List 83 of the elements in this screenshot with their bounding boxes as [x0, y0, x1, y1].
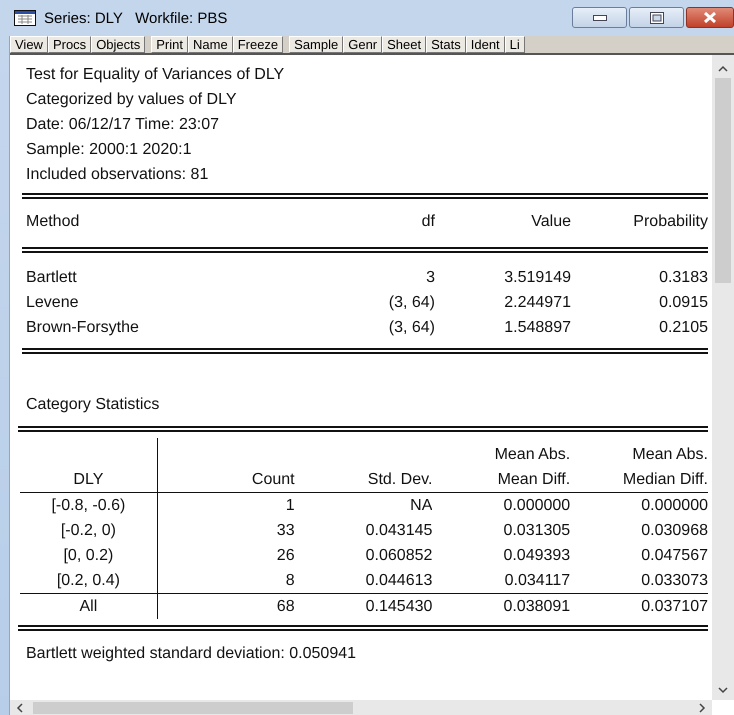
table-cell-text: 0.037107	[641, 597, 708, 617]
table-cell-text: Levene	[26, 293, 80, 313]
scroll-left-icon[interactable]	[16, 702, 23, 712]
column-header: Value	[530, 212, 571, 232]
table-cell-text: 0.060852	[366, 546, 432, 566]
minimize-button[interactable]	[572, 7, 627, 28]
close-button[interactable]	[686, 7, 734, 28]
column-header: DLY	[73, 470, 104, 490]
table-cell-text: 0.033073	[641, 571, 708, 591]
table-cell-text: 0.038091	[503, 597, 570, 617]
toolbar-button[interactable]: Li	[504, 36, 525, 53]
header-text: Test for Equality of Variances of DLY	[26, 65, 286, 85]
maximize-button[interactable]	[629, 7, 684, 28]
header-text: Sample: 2000:1 2020:1	[26, 140, 192, 160]
toolbar-button[interactable]: Procs	[48, 36, 92, 53]
toolbar-button[interactable]: Genr	[343, 36, 382, 53]
table-cell-text: All	[80, 597, 98, 617]
table-cell-text: 0.0915	[658, 293, 708, 313]
scroll-down-icon[interactable]	[718, 687, 728, 694]
column-header: Probability	[632, 212, 708, 232]
table-cell-text: 0.034117	[504, 571, 570, 591]
column-header: Median Diff.	[622, 470, 708, 490]
table-cell-text: [0.2, 0.4)	[56, 571, 120, 591]
column-header: Mean Diff.	[498, 470, 570, 490]
maximize-icon	[650, 12, 664, 24]
table-cell-text: 0.030968	[641, 521, 708, 541]
scroll-up-icon[interactable]	[718, 65, 728, 72]
table-cell-text: [0, 0.2)	[63, 546, 114, 566]
scrollbar-thumb[interactable]	[715, 78, 731, 283]
vertical-scrollbar[interactable]	[712, 55, 734, 700]
table-cell-text: 1.548897	[503, 318, 571, 338]
table-cell-text: 0.043145	[366, 521, 432, 541]
toolbar-button[interactable]: Ident	[466, 36, 505, 53]
table-cell-text: NA	[410, 496, 432, 516]
close-icon	[702, 11, 718, 24]
header-text: Date: 06/12/17 Time: 23:07	[26, 115, 220, 135]
table-cell-text: 0.3183	[658, 268, 708, 288]
table-cell-text: 0.2105	[658, 318, 708, 338]
table-cell-text: 0.145430	[366, 597, 432, 617]
table-cell-text: 0.049393	[503, 546, 570, 566]
table-cell-text: 33	[276, 521, 295, 541]
column-header: Count	[252, 470, 295, 490]
toolbar-button[interactable]: View	[10, 36, 48, 53]
table-cell-text: 0.031305	[503, 521, 570, 541]
section-title: Category Statistics	[25, 395, 160, 415]
table-cell-text: 0.000000	[503, 496, 570, 516]
footer-text: Bartlett weighted standard deviation: 0.050941	[25, 644, 358, 664]
header-text: Categorized by values of DLY	[26, 90, 238, 110]
table-cell-text: (3, 64)	[388, 318, 435, 338]
table-cell-text: (3, 64)	[388, 293, 435, 313]
toolbar-button[interactable]: Sample	[289, 36, 344, 53]
toolbar-button[interactable]: Objects	[91, 36, 146, 53]
table-cell-text: 8	[286, 571, 295, 591]
column-header: Mean Abs.	[632, 445, 708, 465]
table-cell-text: 0.000000	[641, 496, 708, 516]
table-cell-text: 1	[286, 496, 295, 516]
table-cell-text: 68	[276, 597, 295, 617]
toolbar-button[interactable]: Print	[151, 36, 188, 53]
table-cell-text: 3	[425, 268, 435, 288]
column-header: Std. Dev.	[368, 470, 432, 490]
table-cell-text: [-0.2, 0)	[60, 521, 116, 541]
toolbar-button[interactable]: Name	[188, 36, 233, 53]
header-text: Included observations: 81	[26, 165, 210, 185]
table-cell-text: 0.044613	[366, 571, 432, 591]
window-title: Series: DLY Workfile: PBS	[44, 10, 228, 26]
table-cell-text: [-0.8, -0.6)	[51, 496, 126, 516]
table-cell-text: 2.244971	[503, 293, 571, 313]
table-cell-text: 26	[276, 546, 295, 566]
toolbar-button[interactable]: Freeze	[232, 36, 284, 53]
scrollbar-thumb[interactable]	[33, 702, 353, 714]
table-cell-text: Brown-Forsythe	[26, 318, 140, 338]
toolbar-button[interactable]: Sheet	[382, 36, 426, 53]
toolbar-button[interactable]: Stats	[426, 36, 466, 53]
scroll-right-icon[interactable]	[699, 702, 706, 712]
minimize-icon	[592, 14, 606, 20]
table-cell-text: 3.519149	[503, 268, 571, 288]
column-header: Method	[26, 212, 80, 232]
column-header: df	[420, 212, 435, 232]
horizontal-scrollbar[interactable]	[10, 700, 712, 715]
table-cell-text: 0.047567	[641, 546, 708, 566]
table-cell-text: Bartlett	[26, 268, 78, 288]
column-header: Mean Abs.	[494, 445, 570, 465]
window-icon	[14, 10, 36, 26]
